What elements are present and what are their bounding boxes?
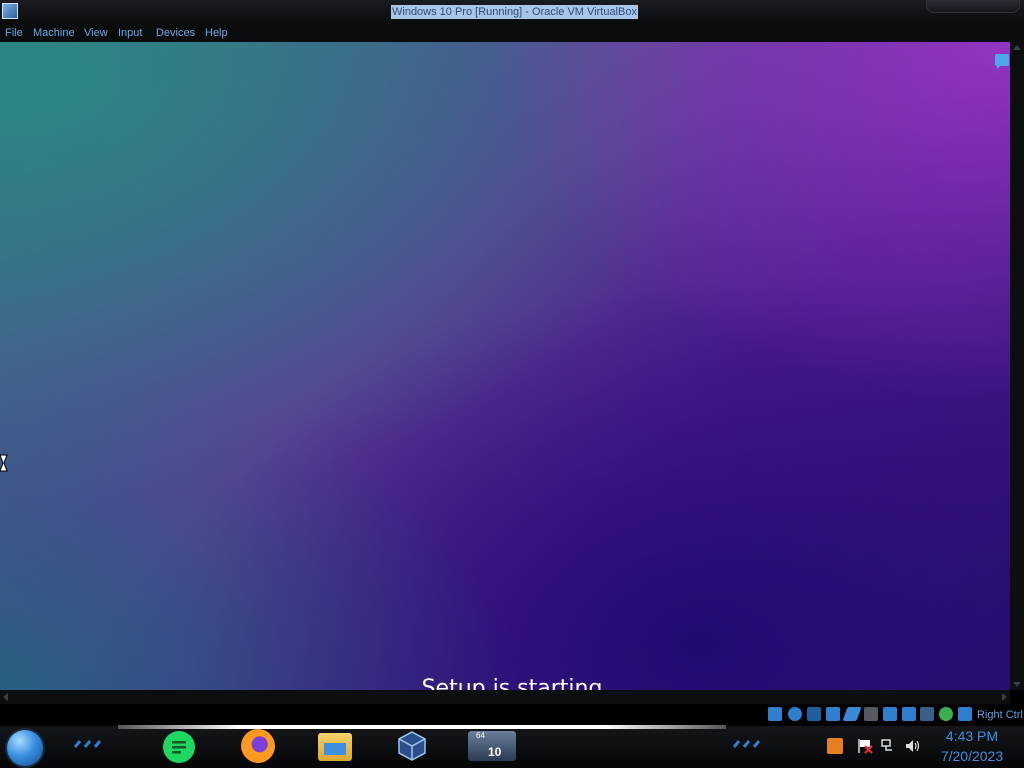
keyboard-capture-icon[interactable] <box>958 707 972 721</box>
firefox-icon[interactable] <box>241 729 275 763</box>
menu-file[interactable]: File <box>5 26 23 40</box>
shared-folders-icon[interactable] <box>864 707 878 721</box>
network-tray-icon[interactable] <box>880 738 896 754</box>
horizontal-scrollbar[interactable] <box>0 690 1010 704</box>
vt-x-icon <box>920 707 934 721</box>
window-titlebar: Windows 10 Pro [Running] - Oracle VM Vir… <box>0 0 1024 24</box>
menu-input[interactable]: Input <box>118 26 142 40</box>
clock-date[interactable]: 7/20/2023 <box>934 748 1010 764</box>
left-chevrons-icon <box>73 740 102 748</box>
network-icon[interactable] <box>826 707 840 721</box>
clock-time[interactable]: 4:43 PM <box>940 728 1004 744</box>
virtualbox-cube-icon <box>398 731 426 761</box>
notification-icon[interactable] <box>995 54 1009 69</box>
window-title: Windows 10 Pro [Running] - Oracle VM Vir… <box>391 5 638 19</box>
menu-devices[interactable]: Devices <box>156 26 195 40</box>
start-button[interactable] <box>7 730 43 766</box>
optical-drive-icon[interactable] <box>788 707 802 721</box>
scroll-down-icon[interactable] <box>1013 682 1021 687</box>
scroll-right-icon[interactable] <box>1002 693 1007 701</box>
host-key-label: Right Ctrl <box>977 709 1023 721</box>
virtualbox-app-icon[interactable] <box>2 3 18 19</box>
mouse-integration-icon[interactable] <box>939 707 953 721</box>
scroll-left-icon[interactable] <box>3 693 8 701</box>
tray-app-icon[interactable] <box>827 738 843 754</box>
spotify-icon[interactable] <box>163 731 195 763</box>
audio-icon[interactable] <box>807 707 821 721</box>
menu-machine[interactable]: Machine <box>33 26 75 40</box>
scroll-up-icon[interactable] <box>1013 45 1021 50</box>
vm-display[interactable] <box>0 42 1010 690</box>
menu-help[interactable]: Help <box>205 26 228 40</box>
virtualbox-icon[interactable] <box>395 729 429 763</box>
vm-badge-64: 64 <box>476 731 485 740</box>
virtualbox-vm-icon[interactable]: 64 10 <box>468 731 516 761</box>
spotify-glyph-icon <box>172 741 186 754</box>
speaker-glyph-icon <box>906 740 920 752</box>
vm-badge-10: 10 <box>488 745 502 759</box>
recording-icon[interactable] <box>902 707 916 721</box>
flag-glyph-icon <box>858 739 873 754</box>
volume-icon[interactable] <box>904 738 920 754</box>
menu-view[interactable]: View <box>84 26 108 40</box>
window-controls[interactable] <box>926 0 1020 13</box>
display-icon[interactable] <box>883 707 897 721</box>
hard-disk-icon[interactable] <box>768 707 782 721</box>
file-explorer-icon[interactable] <box>318 733 352 761</box>
network-glyph-icon <box>881 739 892 751</box>
busy-cursor-icon <box>0 454 8 472</box>
action-center-flag-icon[interactable] <box>857 738 873 754</box>
right-chevrons-icon <box>732 740 761 748</box>
folder-glyph-icon <box>324 743 346 755</box>
menu-bar: File Machine View Input Devices Help <box>0 24 1024 42</box>
vertical-scrollbar[interactable] <box>1010 42 1024 690</box>
